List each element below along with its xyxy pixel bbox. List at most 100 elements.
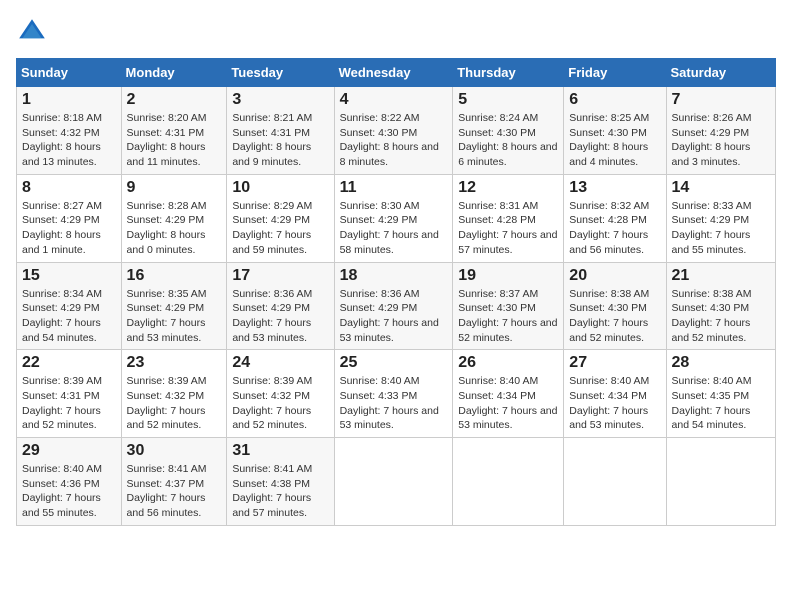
- day-number: 9: [127, 179, 222, 197]
- day-number: 22: [22, 354, 116, 372]
- header-thursday: Thursday: [453, 59, 564, 87]
- day-number: 13: [569, 179, 660, 197]
- calendar-empty-cell: [334, 438, 453, 526]
- header: [16, 16, 776, 48]
- day-detail: Sunrise: 8:21 AMSunset: 4:31 PMDaylight:…: [232, 111, 328, 170]
- calendar-week-row: 15 Sunrise: 8:34 AMSunset: 4:29 PMDayligh…: [17, 262, 776, 350]
- day-detail: Sunrise: 8:34 AMSunset: 4:29 PMDaylight:…: [22, 287, 116, 346]
- calendar-empty-cell: [564, 438, 666, 526]
- day-number: 10: [232, 179, 328, 197]
- day-number: 11: [340, 179, 448, 197]
- day-number: 1: [22, 91, 116, 109]
- day-detail: Sunrise: 8:25 AMSunset: 4:30 PMDaylight:…: [569, 111, 660, 170]
- day-detail: Sunrise: 8:37 AMSunset: 4:30 PMDaylight:…: [458, 287, 558, 346]
- day-number: 27: [569, 354, 660, 372]
- day-detail: Sunrise: 8:38 AMSunset: 4:30 PMDaylight:…: [672, 287, 770, 346]
- calendar-week-row: 8 Sunrise: 8:27 AMSunset: 4:29 PMDaylight…: [17, 174, 776, 262]
- day-detail: Sunrise: 8:40 AMSunset: 4:34 PMDaylight:…: [569, 374, 660, 433]
- calendar-day-cell: 29Sunrise: 8:40 AMSunset: 4:36 PMDayligh…: [17, 438, 122, 526]
- calendar-day-cell: 24Sunrise: 8:39 AMSunset: 4:32 PMDayligh…: [227, 350, 334, 438]
- day-number: 21: [672, 267, 770, 285]
- day-number: 25: [340, 354, 448, 372]
- calendar-day-cell: 15 Sunrise: 8:34 AMSunset: 4:29 PMDayligh…: [17, 262, 122, 350]
- header-tuesday: Tuesday: [227, 59, 334, 87]
- day-detail: Sunrise: 8:36 AMSunset: 4:29 PMDaylight:…: [232, 287, 328, 346]
- day-detail: Sunrise: 8:20 AMSunset: 4:31 PMDaylight:…: [127, 111, 222, 170]
- logo: [16, 16, 52, 48]
- calendar-day-cell: 28 Sunrise: 8:40 AMSunset: 4:35 PMDayligh…: [666, 350, 775, 438]
- calendar-day-cell: 19 Sunrise: 8:37 AMSunset: 4:30 PMDayligh…: [453, 262, 564, 350]
- day-number: 12: [458, 179, 558, 197]
- day-detail: Sunrise: 8:27 AMSunset: 4:29 PMDaylight:…: [22, 199, 116, 258]
- day-detail: Sunrise: 8:22 AMSunset: 4:30 PMDaylight:…: [340, 111, 448, 170]
- calendar-day-cell: 21 Sunrise: 8:38 AMSunset: 4:30 PMDayligh…: [666, 262, 775, 350]
- day-detail: Sunrise: 8:29 AMSunset: 4:29 PMDaylight:…: [232, 199, 328, 258]
- day-number: 7: [672, 91, 770, 109]
- day-number: 3: [232, 91, 328, 109]
- day-number: 20: [569, 267, 660, 285]
- day-detail: Sunrise: 8:39 AMSunset: 4:31 PMDaylight:…: [22, 374, 116, 433]
- calendar-empty-cell: [666, 438, 775, 526]
- header-saturday: Saturday: [666, 59, 775, 87]
- calendar-day-cell: 17 Sunrise: 8:36 AMSunset: 4:29 PMDayligh…: [227, 262, 334, 350]
- day-detail: Sunrise: 8:41 AMSunset: 4:38 PMDaylight:…: [232, 462, 328, 521]
- calendar-day-cell: 12 Sunrise: 8:31 AMSunset: 4:28 PMDayligh…: [453, 174, 564, 262]
- header-friday: Friday: [564, 59, 666, 87]
- calendar-day-cell: 22 Sunrise: 8:39 AMSunset: 4:31 PMDayligh…: [17, 350, 122, 438]
- calendar-table: SundayMondayTuesdayWednesdayThursdayFrid…: [16, 58, 776, 526]
- day-number: 30: [127, 442, 222, 460]
- calendar-day-cell: 11 Sunrise: 8:30 AMSunset: 4:29 PMDayligh…: [334, 174, 453, 262]
- calendar-day-cell: 16Sunrise: 8:35 AMSunset: 4:29 PMDayligh…: [121, 262, 227, 350]
- calendar-day-cell: 6Sunrise: 8:25 AMSunset: 4:30 PMDaylight…: [564, 87, 666, 175]
- calendar-day-cell: 27 Sunrise: 8:40 AMSunset: 4:34 PMDayligh…: [564, 350, 666, 438]
- day-number: 18: [340, 267, 448, 285]
- day-number: 14: [672, 179, 770, 197]
- day-detail: Sunrise: 8:32 AMSunset: 4:28 PMDaylight:…: [569, 199, 660, 258]
- day-detail: Sunrise: 8:39 AMSunset: 4:32 PMDaylight:…: [232, 374, 328, 433]
- calendar-day-cell: 1 Sunrise: 8:18 AMSunset: 4:32 PMDaylight…: [17, 87, 122, 175]
- day-number: 31: [232, 442, 328, 460]
- calendar-week-row: 22 Sunrise: 8:39 AMSunset: 4:31 PMDayligh…: [17, 350, 776, 438]
- day-number: 16: [127, 267, 222, 285]
- day-detail: Sunrise: 8:30 AMSunset: 4:29 PMDaylight:…: [340, 199, 448, 258]
- calendar-day-cell: 14 Sunrise: 8:33 AMSunset: 4:29 PMDayligh…: [666, 174, 775, 262]
- calendar-day-cell: 31 Sunrise: 8:41 AMSunset: 4:38 PMDayligh…: [227, 438, 334, 526]
- day-number: 5: [458, 91, 558, 109]
- day-number: 28: [672, 354, 770, 372]
- calendar-day-cell: 10 Sunrise: 8:29 AMSunset: 4:29 PMDayligh…: [227, 174, 334, 262]
- calendar-day-cell: 26Sunrise: 8:40 AMSunset: 4:34 PMDayligh…: [453, 350, 564, 438]
- day-detail: Sunrise: 8:40 AMSunset: 4:35 PMDaylight:…: [672, 374, 770, 433]
- day-detail: Sunrise: 8:26 AMSunset: 4:29 PMDaylight:…: [672, 111, 770, 170]
- calendar-header-row: SundayMondayTuesdayWednesdayThursdayFrid…: [17, 59, 776, 87]
- day-detail: Sunrise: 8:41 AMSunset: 4:37 PMDaylight:…: [127, 462, 222, 521]
- calendar-day-cell: 8 Sunrise: 8:27 AMSunset: 4:29 PMDaylight…: [17, 174, 122, 262]
- calendar-day-cell: 2Sunrise: 8:20 AMSunset: 4:31 PMDaylight…: [121, 87, 227, 175]
- day-number: 8: [22, 179, 116, 197]
- calendar-day-cell: 9Sunrise: 8:28 AMSunset: 4:29 PMDaylight…: [121, 174, 227, 262]
- day-detail: Sunrise: 8:24 AMSunset: 4:30 PMDaylight:…: [458, 111, 558, 170]
- day-number: 23: [127, 354, 222, 372]
- calendar-day-cell: 4 Sunrise: 8:22 AMSunset: 4:30 PMDaylight…: [334, 87, 453, 175]
- day-number: 4: [340, 91, 448, 109]
- day-detail: Sunrise: 8:40 AMSunset: 4:34 PMDaylight:…: [458, 374, 558, 433]
- header-monday: Monday: [121, 59, 227, 87]
- header-wednesday: Wednesday: [334, 59, 453, 87]
- logo-icon: [16, 16, 48, 48]
- calendar-empty-cell: [453, 438, 564, 526]
- calendar-day-cell: 23 Sunrise: 8:39 AMSunset: 4:32 PMDayligh…: [121, 350, 227, 438]
- day-detail: Sunrise: 8:18 AMSunset: 4:32 PMDaylight:…: [22, 111, 116, 170]
- calendar-day-cell: 3 Sunrise: 8:21 AMSunset: 4:31 PMDaylight…: [227, 87, 334, 175]
- calendar-day-cell: 13 Sunrise: 8:32 AMSunset: 4:28 PMDayligh…: [564, 174, 666, 262]
- day-number: 17: [232, 267, 328, 285]
- day-number: 15: [22, 267, 116, 285]
- calendar-day-cell: 25Sunrise: 8:40 AMSunset: 4:33 PMDayligh…: [334, 350, 453, 438]
- day-detail: Sunrise: 8:33 AMSunset: 4:29 PMDaylight:…: [672, 199, 770, 258]
- header-sunday: Sunday: [17, 59, 122, 87]
- calendar-day-cell: 20Sunrise: 8:38 AMSunset: 4:30 PMDayligh…: [564, 262, 666, 350]
- calendar-day-cell: 7 Sunrise: 8:26 AMSunset: 4:29 PMDaylight…: [666, 87, 775, 175]
- day-detail: Sunrise: 8:31 AMSunset: 4:28 PMDaylight:…: [458, 199, 558, 258]
- day-detail: Sunrise: 8:39 AMSunset: 4:32 PMDaylight:…: [127, 374, 222, 433]
- day-number: 19: [458, 267, 558, 285]
- calendar-day-cell: 30 Sunrise: 8:41 AMSunset: 4:37 PMDayligh…: [121, 438, 227, 526]
- day-detail: Sunrise: 8:36 AMSunset: 4:29 PMDaylight:…: [340, 287, 448, 346]
